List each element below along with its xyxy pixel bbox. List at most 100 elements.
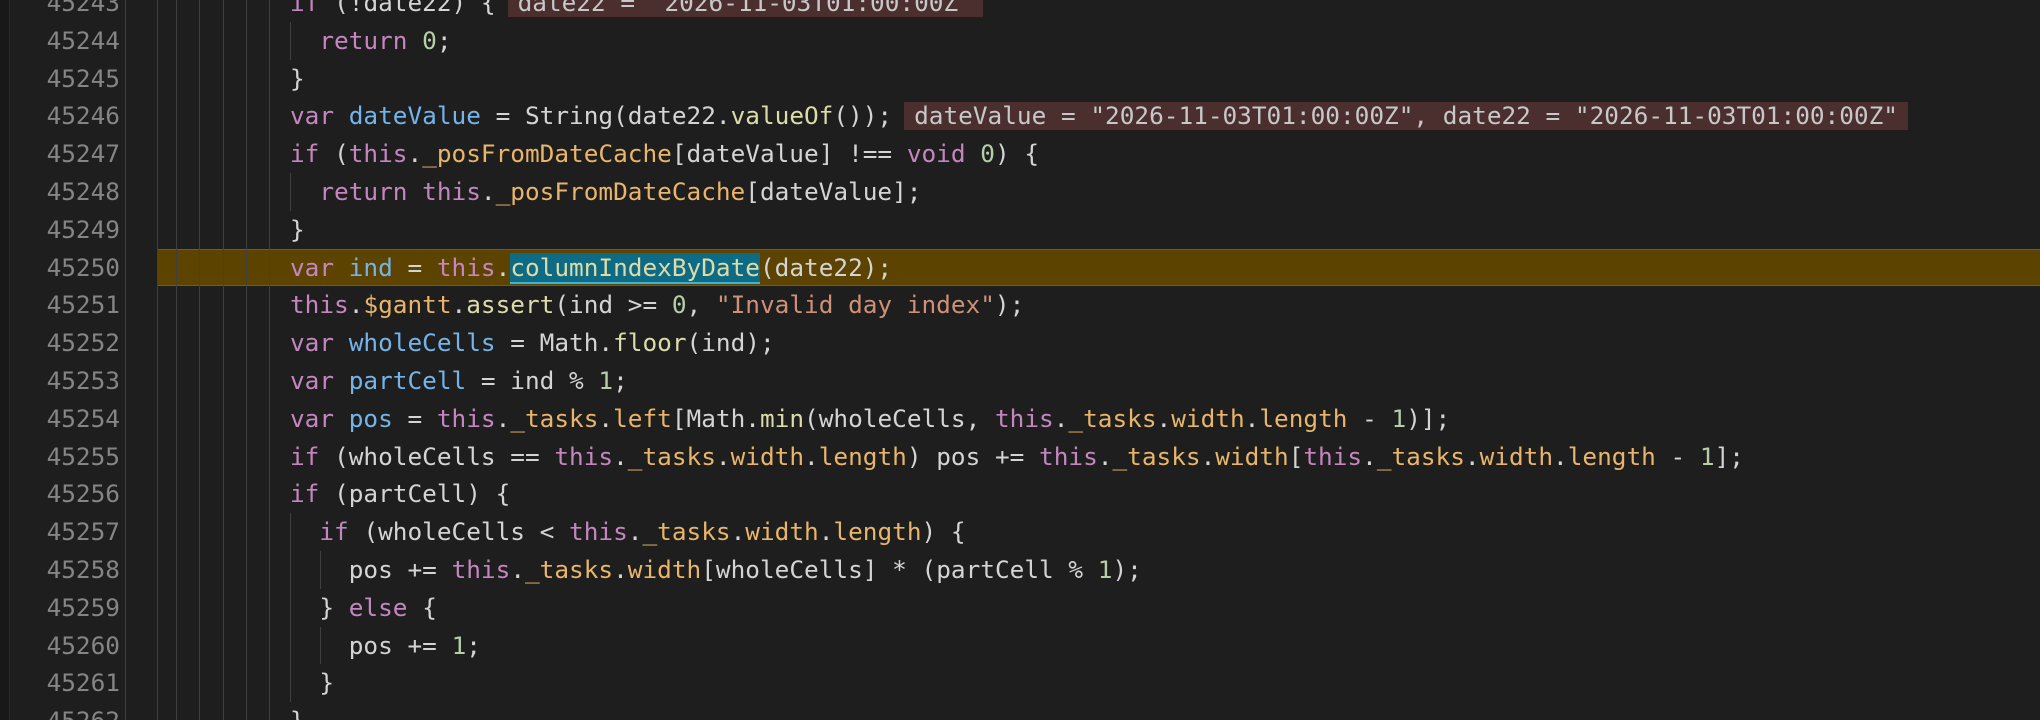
indent-guide: [157, 588, 158, 627]
indent-guide: [223, 361, 224, 400]
indent-guide: [125, 248, 126, 287]
indent-guide: [223, 626, 224, 665]
indent-guide: [269, 588, 270, 627]
indent-guide: [199, 248, 200, 287]
indent-guide: [176, 21, 177, 60]
indent-guide: [157, 361, 158, 400]
indent-guide: [223, 248, 224, 287]
code-text[interactable]: var pos = this._tasks.left[Math.min(whol…: [290, 400, 1450, 438]
indent-guide: [157, 475, 158, 514]
line-number[interactable]: 45248: [0, 173, 120, 211]
code-text[interactable]: var ind = this.columnIndexByDate(date22)…: [290, 249, 892, 287]
indent-guide: [176, 664, 177, 703]
code-text[interactable]: var dateValue = String(date22.valueOf())…: [290, 97, 1908, 135]
indent-guide: [176, 172, 177, 211]
code-text[interactable]: var partCell = ind % 1;: [290, 362, 628, 400]
line-number[interactable]: 45256: [0, 475, 120, 513]
code-line[interactable]: 45255 if (wholeCells == this._tasks.width…: [0, 437, 2040, 476]
indent-guide: [199, 210, 200, 249]
indent-guide: [223, 664, 224, 703]
line-number[interactable]: 45244: [0, 22, 120, 60]
code-line[interactable]: 45244 return 0;: [0, 21, 2040, 60]
line-number[interactable]: 45250: [0, 249, 120, 287]
indent-guide: [246, 702, 247, 720]
code-text[interactable]: return 0;: [290, 22, 451, 60]
line-number[interactable]: 45247: [0, 135, 120, 173]
code-line[interactable]: 45259 } else {: [0, 588, 2040, 627]
line-number[interactable]: 45258: [0, 551, 120, 589]
indent-guide: [157, 135, 158, 173]
indent-guide: [176, 702, 177, 720]
indent-guide: [157, 702, 158, 720]
line-number[interactable]: 45257: [0, 513, 120, 551]
code-line[interactable]: 45258 pos += this._tasks.width[wholeCell…: [0, 550, 2040, 589]
line-number[interactable]: 45249: [0, 211, 120, 249]
code-line[interactable]: 45243 if (!date22) {date22 = "2026-11-03T…: [0, 0, 2040, 22]
line-number[interactable]: 45262: [0, 702, 120, 720]
code-text[interactable]: }: [290, 60, 305, 98]
code-line[interactable]: 45247 if (this._posFromDateCache[dateValu…: [0, 135, 2040, 173]
indent-guide: [246, 172, 247, 211]
indent-guide: [176, 135, 177, 173]
indent-guide: [125, 361, 126, 400]
code-text[interactable]: if (this._posFromDateCache[dateValue] !=…: [290, 135, 1039, 173]
line-number[interactable]: 45259: [0, 589, 120, 627]
indent-guide: [246, 135, 247, 173]
line-number[interactable]: 45260: [0, 627, 120, 665]
code-text[interactable]: } else {: [290, 589, 437, 627]
code-text[interactable]: this.$gantt.assert(ind >= 0, "Invalid da…: [290, 286, 1024, 324]
indent-guide: [223, 286, 224, 325]
indent-guide: [125, 513, 126, 551]
code-line[interactable]: 45254 var pos = this._tasks.left[Math.min…: [0, 399, 2040, 438]
code-line[interactable]: 45261 }: [0, 664, 2040, 703]
indent-guide: [223, 59, 224, 98]
line-number[interactable]: 45255: [0, 438, 120, 476]
code-line[interactable]: 45249}: [0, 210, 2040, 249]
code-line[interactable]: 45245}: [0, 59, 2040, 98]
code-editor[interactable]: 45243 if (!date22) {date22 = "2026-11-03T…: [0, 0, 2040, 720]
code-line[interactable]: 45260 pos += 1;: [0, 626, 2040, 665]
indent-guide: [246, 97, 247, 136]
indent-guide: [269, 664, 270, 703]
code-text[interactable]: if (wholeCells == this._tasks.width.leng…: [290, 438, 1744, 476]
code-line[interactable]: 45246 var dateValue = String(date22.value…: [0, 97, 2040, 136]
line-number[interactable]: 45253: [0, 362, 120, 400]
code-line[interactable]: 45262}: [0, 702, 2040, 720]
code-text[interactable]: }: [290, 211, 305, 249]
indent-guide: [157, 59, 158, 98]
indent-guide: [125, 664, 126, 703]
line-number[interactable]: 45252: [0, 324, 120, 362]
indent-guide: [246, 324, 247, 362]
code-text[interactable]: pos += 1;: [290, 627, 481, 665]
line-number[interactable]: 45251: [0, 286, 120, 324]
indent-guide: [157, 664, 158, 703]
indent-guide: [223, 550, 224, 589]
code-text[interactable]: if (partCell) {: [290, 475, 510, 513]
code-line[interactable]: 45256 if (partCell) {: [0, 475, 2040, 514]
code-text[interactable]: if (wholeCells < this._tasks.width.lengt…: [290, 513, 965, 551]
code-line[interactable]: 45257 if (wholeCells < this._tasks.width…: [0, 513, 2040, 551]
code-text[interactable]: if (!date22) {date22 = "2026-11-03T01:00…: [290, 0, 983, 22]
indent-guide: [223, 588, 224, 627]
indent-guide: [176, 588, 177, 627]
current-execution-line[interactable]: 45250 var ind = this.columnIndexByDate(da…: [0, 248, 2040, 287]
line-number[interactable]: 45246: [0, 97, 120, 135]
code-text[interactable]: return this._posFromDateCache[dateValue]…: [290, 173, 921, 211]
code-line[interactable]: 45248 return this._posFromDateCache[date…: [0, 172, 2040, 211]
code-text[interactable]: }: [290, 664, 334, 702]
line-number[interactable]: 45254: [0, 400, 120, 438]
line-number[interactable]: 45261: [0, 664, 120, 702]
indent-guide: [223, 513, 224, 551]
indent-guide: [269, 475, 270, 514]
code-text[interactable]: var wholeCells = Math.floor(ind);: [290, 324, 775, 362]
code-line[interactable]: 45252 var wholeCells = Math.floor(ind);: [0, 324, 2040, 362]
indent-guide: [223, 0, 224, 22]
code-text[interactable]: }: [290, 702, 305, 720]
code-line[interactable]: 45251 this.$gantt.assert(ind >= 0, "Inval…: [0, 286, 2040, 325]
indent-guide: [269, 361, 270, 400]
indent-guide: [125, 550, 126, 589]
line-number[interactable]: 45243: [0, 0, 120, 22]
code-line[interactable]: 45253 var partCell = ind % 1;: [0, 361, 2040, 400]
code-text[interactable]: pos += this._tasks.width[wholeCells] * (…: [290, 551, 1142, 589]
line-number[interactable]: 45245: [0, 60, 120, 98]
